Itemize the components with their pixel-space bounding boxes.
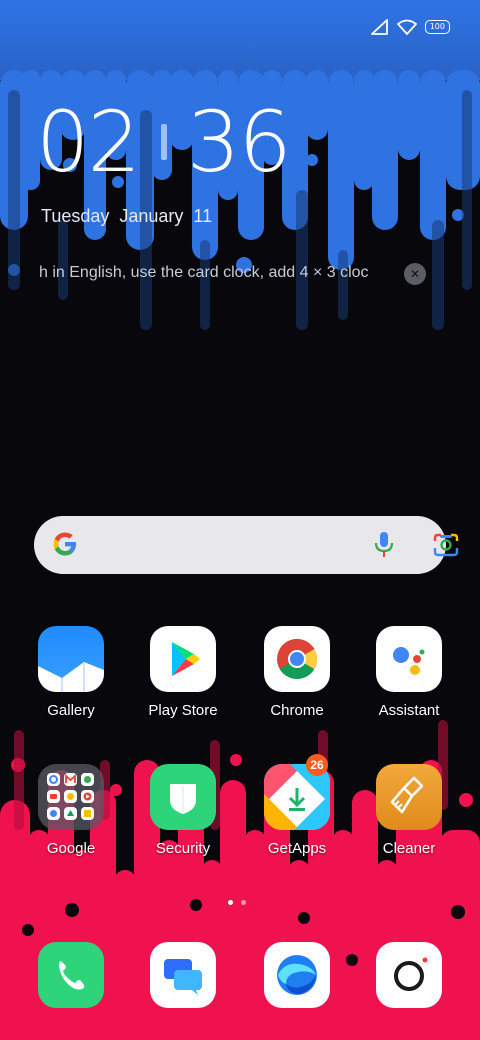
gallery-icon (38, 626, 104, 692)
phone-icon (38, 942, 104, 1008)
dock-browser[interactable] (242, 942, 352, 1008)
app-label: Assistant (378, 702, 440, 719)
clock-hours: 02 (36, 93, 141, 191)
app-label: Chrome (270, 702, 324, 719)
messages-icon (150, 942, 216, 1008)
app-label: Gallery (47, 702, 95, 719)
mic-icon[interactable] (374, 531, 394, 559)
camera-icon (376, 942, 442, 1008)
clock-separator (160, 124, 167, 160)
app-play-store[interactable]: Play Store (128, 626, 238, 719)
app-label: Google (46, 840, 96, 857)
dock-phone[interactable] (16, 942, 126, 1008)
hint-text[interactable]: h in English, use the card clock, add 4 … (39, 264, 369, 282)
app-label: Security (155, 840, 211, 857)
app-label: GetApps (267, 840, 327, 857)
app-folder-google[interactable]: Google (16, 764, 126, 857)
play-store-icon (150, 626, 216, 692)
app-chrome[interactable]: Chrome (242, 626, 352, 719)
app-security[interactable]: Security (128, 764, 238, 857)
security-icon (150, 764, 216, 830)
page-dot (241, 900, 246, 905)
signal-icon (370, 19, 388, 35)
notification-badge: 26 (306, 754, 328, 776)
status-bar: 100 (370, 14, 450, 40)
lens-icon[interactable] (432, 532, 460, 558)
page-indicator (228, 900, 246, 905)
app-label: Play Store (148, 702, 218, 719)
google-logo (53, 532, 76, 556)
close-icon[interactable]: ✕ (404, 263, 426, 285)
app-label: Cleaner (382, 840, 436, 857)
dock-camera[interactable] (354, 942, 464, 1008)
search-bar[interactable] (34, 516, 459, 574)
clock-widget[interactable]: 02 36 (36, 93, 292, 191)
cleaner-icon (376, 764, 442, 830)
battery-icon: 100 (424, 20, 450, 34)
app-getapps[interactable]: 26 GetApps (242, 754, 352, 857)
dock-messages[interactable] (128, 942, 238, 1008)
wifi-icon (396, 19, 417, 35)
app-gallery[interactable]: Gallery (16, 626, 126, 719)
clock-minutes: 36 (186, 93, 292, 191)
chrome-icon (264, 626, 330, 692)
app-assistant[interactable]: Assistant (354, 626, 464, 719)
app-cleaner[interactable]: Cleaner (354, 764, 464, 857)
page-dot-active (228, 900, 233, 905)
browser-icon (264, 942, 330, 1008)
assistant-icon (376, 626, 442, 692)
google-folder-icon (38, 764, 104, 830)
date-label: Tuesday January 11 (41, 206, 213, 226)
